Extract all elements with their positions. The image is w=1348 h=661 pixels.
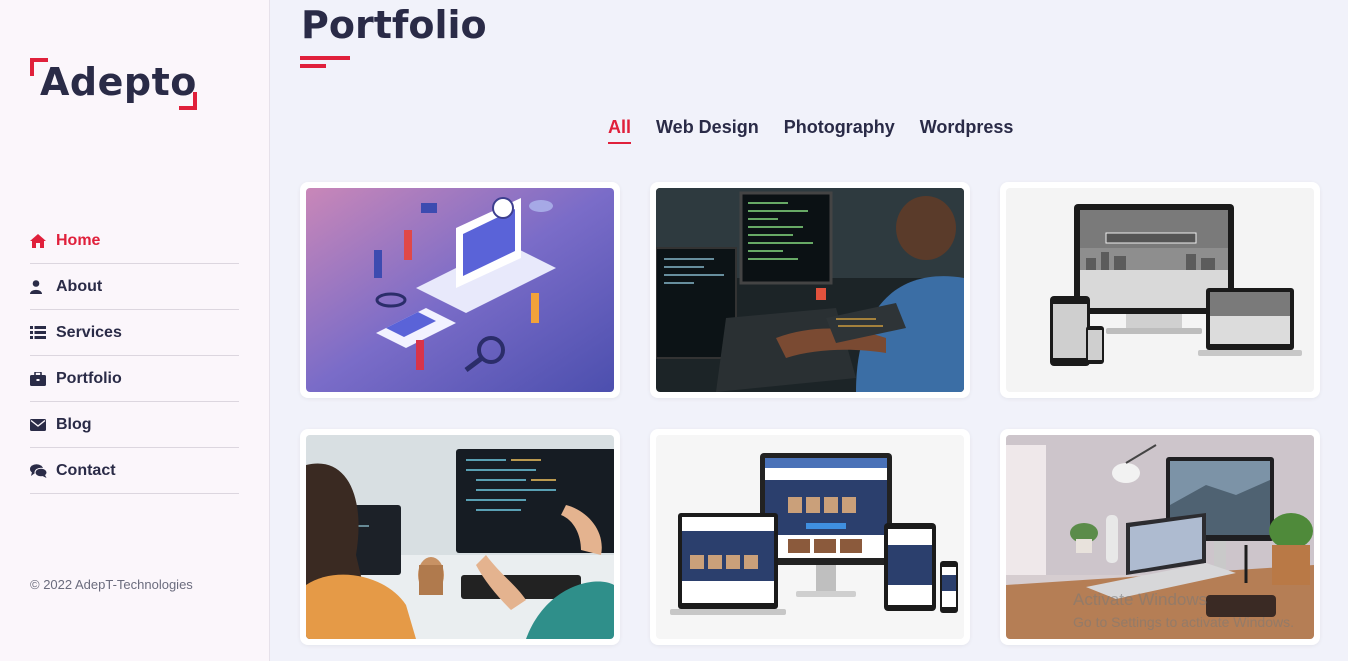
logo-text: Adepto — [40, 60, 197, 104]
portfolio-image-isometric-illustration — [306, 188, 614, 392]
sidebar-item-about[interactable]: About — [30, 264, 239, 310]
sidebar-item-label: About — [56, 277, 103, 295]
briefcase-icon — [30, 371, 56, 386]
filter-wordpress[interactable]: Wordpress — [920, 117, 1014, 144]
logo-corner-bottom-right — [179, 92, 197, 110]
sidebar-item-label: Services — [56, 323, 122, 341]
filter-web-design[interactable]: Web Design — [656, 117, 759, 144]
sidebar-item-services[interactable]: Services — [30, 310, 239, 356]
portfolio-image-programmers-working — [306, 435, 614, 639]
envelope-icon — [30, 418, 56, 431]
portfolio-item[interactable] — [300, 182, 620, 398]
sidebar-item-label: Home — [56, 231, 101, 249]
list-icon — [30, 326, 56, 339]
portfolio-filters: All Web Design Photography Wordpress — [608, 117, 1013, 144]
filter-all[interactable]: All — [608, 117, 632, 144]
portfolio-item[interactable] — [1000, 182, 1320, 398]
home-icon — [30, 233, 56, 248]
page-title: Portfolio — [301, 3, 487, 47]
brand-logo[interactable]: Adepto — [30, 58, 197, 110]
main-content: Portfolio All Web Design Photography Wor… — [270, 0, 1348, 661]
sidebar-item-blog[interactable]: Blog — [30, 402, 239, 448]
portfolio-item[interactable] — [650, 429, 970, 645]
title-underline-long — [300, 56, 350, 60]
windows-activation-watermark: Activate Windows Go to Settings to activ… — [1073, 589, 1294, 633]
portfolio-item[interactable] — [300, 429, 620, 645]
portfolio-image-developer-coding — [656, 188, 964, 392]
sidebar-item-label: Blog — [56, 415, 92, 433]
portfolio-item[interactable] — [650, 182, 970, 398]
sidebar-item-home[interactable]: Home — [30, 218, 239, 264]
sidebar-item-contact[interactable]: Contact — [30, 448, 239, 494]
sidebar-nav: Home About Services Portfolio Blog Conta… — [30, 218, 239, 494]
copyright-text: © 2022 AdepT-Technologies — [30, 577, 193, 592]
portfolio-image-devices-mockup — [656, 435, 964, 639]
filter-photography[interactable]: Photography — [784, 117, 895, 144]
sidebar-item-label: Contact — [56, 461, 116, 479]
comments-icon — [30, 463, 56, 478]
sidebar-item-label: Portfolio — [56, 369, 122, 387]
portfolio-grid — [300, 182, 1320, 645]
sidebar: Adepto Home About Services Portfolio Blo… — [0, 0, 270, 661]
watermark-line2: Go to Settings to activate Windows. — [1073, 614, 1294, 630]
watermark-line1: Activate Windows — [1073, 590, 1208, 609]
portfolio-image-responsive-mockup — [1006, 188, 1314, 392]
sidebar-item-portfolio[interactable]: Portfolio — [30, 356, 239, 402]
title-underline-short — [300, 64, 326, 68]
user-icon — [30, 279, 56, 294]
